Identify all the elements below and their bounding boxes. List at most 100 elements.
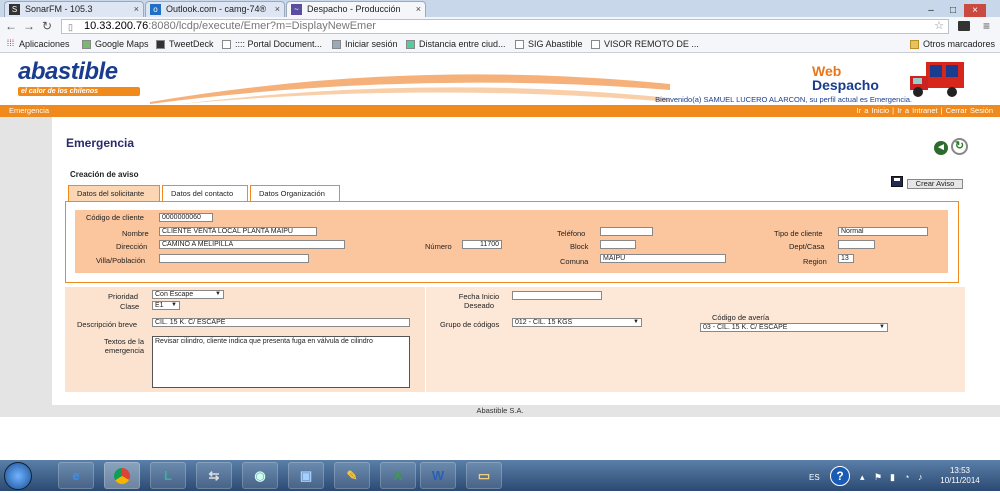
language-indicator[interactable]: ES bbox=[809, 473, 820, 482]
header-swoosh bbox=[150, 74, 670, 104]
numero-field[interactable]: 11700 bbox=[462, 240, 502, 249]
system-clock[interactable]: 13:53 10/11/2014 bbox=[930, 466, 990, 486]
clase-value: E1 bbox=[155, 302, 164, 309]
page-icon bbox=[515, 40, 524, 49]
close-icon[interactable]: × bbox=[275, 2, 280, 16]
remote-desktop-icon[interactable]: ▣ bbox=[288, 462, 324, 489]
link-inicio[interactable]: Ir a Inicio bbox=[857, 106, 889, 115]
forward-icon[interactable]: → bbox=[22, 19, 36, 33]
clock-time: 13:53 bbox=[949, 466, 971, 475]
textos-emergencia-textarea[interactable]: Revisar cilindro, cliente indica que pre… bbox=[152, 336, 410, 388]
clase-select[interactable]: E1 ▼ bbox=[152, 301, 180, 310]
flag-icon[interactable]: ⚑ bbox=[874, 472, 882, 483]
tab-datos-organizacion[interactable]: Datos Organización bbox=[250, 185, 340, 202]
tab-datos-contacto[interactable]: Datos del contacto bbox=[162, 185, 248, 202]
prioridad-select[interactable]: Con Escape ▼ bbox=[152, 290, 224, 299]
url-input[interactable]: ▯ 10.33.200.76:8080/lcdp/execute/Emer?m=… bbox=[61, 19, 949, 34]
fecha-inicio-field[interactable] bbox=[512, 291, 602, 300]
folder-icon[interactable]: ▭ bbox=[466, 462, 502, 489]
bookmark-label: :::: Portal Document... bbox=[235, 39, 323, 49]
bookmark-visor[interactable]: VISOR REMOTO DE ... bbox=[591, 36, 699, 52]
bookmark-otros[interactable]: Otros marcadores bbox=[910, 36, 995, 52]
bookmark-label: Iniciar sesión bbox=[345, 39, 398, 49]
chevron-down-icon: ▼ bbox=[215, 291, 221, 297]
close-window-icon[interactable]: × bbox=[964, 4, 986, 18]
bookmark-label: Google Maps bbox=[95, 39, 149, 49]
app-name: Web Despacho bbox=[812, 64, 879, 92]
telefono-label: Teléfono bbox=[557, 229, 586, 238]
maximize-icon[interactable]: □ bbox=[942, 4, 964, 18]
url-host: 10.33.200.76 bbox=[84, 20, 149, 32]
ie-icon[interactable]: e bbox=[58, 462, 94, 489]
tab-label: Outlook.com - camg-74® bbox=[166, 4, 267, 14]
extension-icon[interactable] bbox=[958, 21, 970, 31]
browser-tab-despacho[interactable]: ~ Despacho - Producción × bbox=[286, 1, 426, 17]
grupo-codigos-value: 012 - CIL. 15 KGS bbox=[515, 319, 573, 326]
volume-icon[interactable]: ♪ bbox=[918, 472, 923, 482]
folder-icon bbox=[910, 40, 919, 49]
bookmark-apps[interactable]: ⁞⁞⁞ Aplicaciones bbox=[6, 36, 70, 52]
codigo-averia-select[interactable]: 03 - CIL. 15 K. C/ ESCAPE ▼ bbox=[700, 323, 888, 332]
block-field[interactable] bbox=[600, 240, 636, 249]
tab-label: SonarFM - 105.3 bbox=[25, 4, 93, 14]
form-subtitle: Creación de aviso bbox=[70, 170, 139, 179]
page-title: Emergencia bbox=[66, 136, 135, 150]
close-icon[interactable]: × bbox=[416, 2, 421, 16]
tab-datos-solicitante[interactable]: Datos del solicitante bbox=[68, 185, 160, 202]
help-icon[interactable]: ? bbox=[830, 466, 850, 486]
bookmark-sig[interactable]: SIG Abastible bbox=[515, 36, 583, 52]
region-field[interactable]: 13 bbox=[838, 254, 854, 263]
network-icon[interactable]: ⇆ bbox=[196, 462, 232, 489]
battery-icon[interactable]: ▮ bbox=[890, 472, 895, 483]
clock-date: 10/11/2014 bbox=[940, 476, 980, 485]
comuna-field[interactable]: MAIPU bbox=[600, 254, 726, 263]
bookmark-tweetdeck[interactable]: TweetDeck bbox=[156, 36, 214, 52]
word-icon[interactable]: W bbox=[420, 462, 456, 489]
refresh-icon[interactable]: ↻ bbox=[951, 138, 968, 155]
excel-icon[interactable]: X bbox=[380, 462, 416, 489]
lync-icon[interactable]: L bbox=[150, 462, 186, 489]
chrome-icon[interactable] bbox=[104, 462, 140, 489]
bookmark-iniciar-sesion[interactable]: Iniciar sesión bbox=[332, 36, 398, 52]
codigo-cliente-field[interactable]: 0000000060 bbox=[159, 213, 213, 222]
browser-tab-sonarfm[interactable]: S SonarFM - 105.3 × bbox=[4, 1, 144, 17]
menu-icon[interactable]: ≡ bbox=[983, 19, 990, 33]
wifi-icon[interactable]: ◔ bbox=[904, 472, 909, 482]
link-intranet[interactable]: Ir a Intranet bbox=[897, 106, 937, 115]
descripcion-field[interactable]: CIL. 15 K. C/ ESCAPE bbox=[152, 318, 410, 327]
star-icon[interactable]: ☆ bbox=[934, 20, 944, 33]
close-icon[interactable]: × bbox=[134, 2, 139, 16]
link-cerrar-sesion[interactable]: Cerrar Sesión bbox=[946, 106, 993, 115]
back-arrow-icon[interactable]: ◄ bbox=[934, 141, 948, 155]
bookmark-distancia[interactable]: Distancia entre ciud... bbox=[406, 36, 506, 52]
bookmark-google-maps[interactable]: Google Maps bbox=[82, 36, 149, 52]
tray-expand-icon[interactable]: ▴ bbox=[860, 472, 865, 483]
notes-icon[interactable]: ✎ bbox=[334, 462, 370, 489]
page-icon bbox=[332, 40, 341, 49]
globe-icon[interactable]: ◉ bbox=[242, 462, 278, 489]
back-icon[interactable]: ← bbox=[4, 19, 18, 33]
tipo-cliente-field[interactable]: Normal bbox=[838, 227, 928, 236]
header-links: Ir a Inicio | Ir a Intranet | Cerrar Ses… bbox=[857, 105, 993, 117]
crear-aviso-button[interactable]: Crear Aviso bbox=[907, 179, 963, 189]
bookmark-label: Otros marcadores bbox=[923, 39, 996, 49]
minimize-icon[interactable]: – bbox=[920, 4, 942, 18]
windows-taskbar: e L ⇆ ◉ ▣ ✎ X W ▭ bbox=[0, 460, 1000, 491]
bookmark-portal[interactable]: :::: Portal Document... bbox=[222, 36, 322, 52]
grupo-codigos-select[interactable]: 012 - CIL. 15 KGS ▼ bbox=[512, 318, 642, 327]
save-icon[interactable] bbox=[891, 176, 903, 187]
fecha-inicio-label: Fecha Inicio Deseado bbox=[458, 292, 500, 310]
direccion-field[interactable]: CAMINO A MELIPILLA bbox=[159, 240, 345, 249]
app-name-web: Web bbox=[812, 63, 842, 79]
maps-icon bbox=[82, 40, 91, 49]
browser-tab-outlook[interactable]: o Outlook.com - camg-74® × bbox=[145, 1, 285, 17]
dept-casa-field[interactable] bbox=[838, 240, 875, 249]
telefono-field[interactable] bbox=[600, 227, 653, 236]
nombre-field[interactable]: CLIENTE VENTA LOCAL PLANTA MAIPU bbox=[159, 227, 317, 236]
reload-icon[interactable]: ↻ bbox=[40, 19, 54, 33]
start-button[interactable] bbox=[4, 462, 32, 490]
section-name: Emergencia bbox=[9, 106, 50, 115]
villa-field[interactable] bbox=[159, 254, 309, 263]
tweetdeck-icon bbox=[156, 40, 165, 49]
page-footer: Abastible S.A. bbox=[0, 405, 1000, 417]
